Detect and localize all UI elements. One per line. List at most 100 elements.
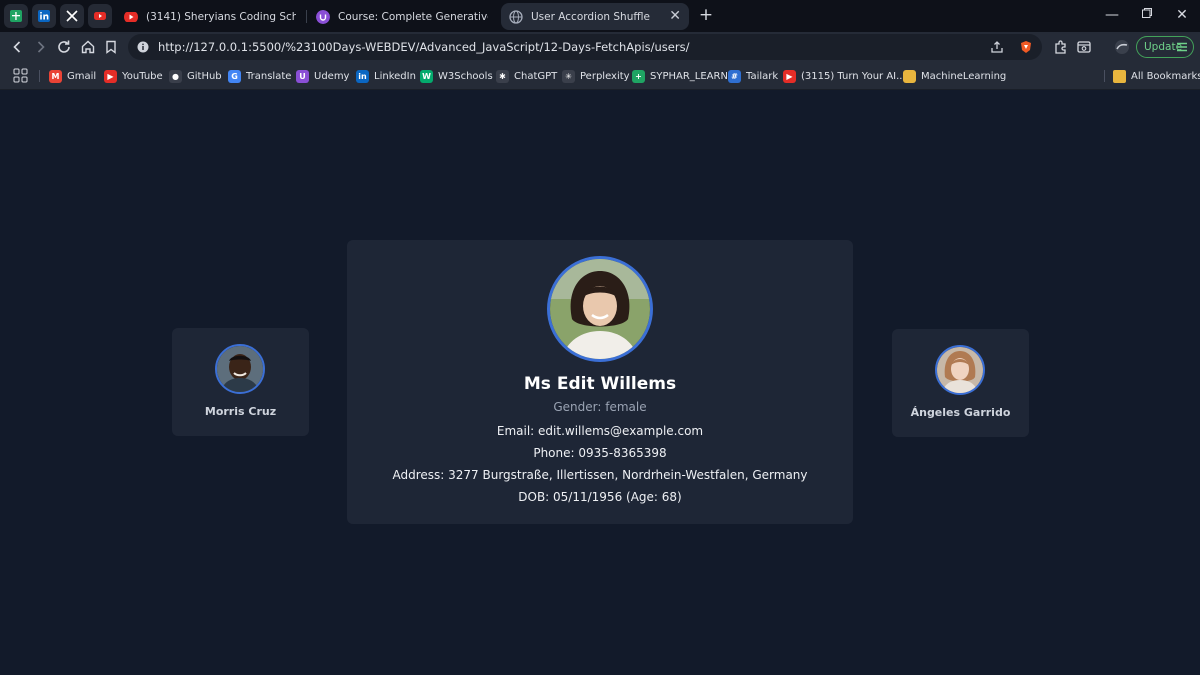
reload-icon[interactable]: [56, 39, 72, 55]
bookmark-label: (3115) Turn Your AI...: [801, 70, 906, 82]
udemy-icon: U: [296, 69, 309, 83]
brave-shields-icon[interactable]: [1019, 40, 1033, 54]
user-card-left[interactable]: Morris Cruz: [172, 328, 309, 436]
home-icon[interactable]: [80, 39, 96, 55]
gmail-icon: M: [49, 69, 62, 83]
tab-title: User Accordion Shuffle: [531, 10, 650, 23]
globe-icon: [509, 9, 523, 24]
folder-icon: [903, 69, 916, 83]
bookmarks-divider: [1104, 70, 1105, 82]
youtube-icon: [124, 11, 138, 22]
bookmark-item[interactable]: U Udemy: [296, 68, 349, 84]
forward-icon[interactable]: [33, 39, 49, 55]
bookmarks-bar: M Gmail ▶ YouTube ● GitHub G Translate U Udemy in L…: [0, 62, 1200, 90]
x-twitter-icon: [66, 10, 78, 22]
bookmark-label: GitHub: [187, 70, 222, 82]
bookmark-label: W3Schools: [438, 70, 493, 82]
new-tab-button[interactable]: +: [697, 6, 715, 24]
menu-icon: [1177, 42, 1187, 52]
syphar-icon: +: [632, 69, 645, 83]
tab-udemy-course[interactable]: Course: Complete Generative AI Cou: [308, 3, 498, 30]
bookmark-label: SYPHAR_LEARN: [650, 70, 728, 82]
bookmark-label: Tailark: [746, 70, 779, 82]
bookmark-label: Udemy: [314, 70, 350, 82]
minimize-window-icon[interactable]: —: [1104, 7, 1120, 23]
user-name: Ángeles Garrido: [910, 406, 1011, 419]
bookmark-label: YouTube: [122, 70, 163, 82]
user-gender: Gender: female: [553, 400, 647, 414]
url-text: http://127.0.0.1:5500/%23100Days-WEBDEV/…: [158, 40, 690, 54]
tailark-icon: #: [728, 69, 741, 83]
bookmark-label: Translate: [246, 70, 292, 82]
all-bookmarks-label: All Bookmarks: [1131, 70, 1200, 82]
browser-tab-strip: (3141) Sheryians Coding School - You Cou…: [0, 0, 1200, 32]
bookmark-item[interactable]: + SYPHAR_LEARN: [632, 68, 728, 84]
user-card-right[interactable]: Ángeles Garrido: [892, 329, 1029, 437]
user-email: Email: edit.willems@example.com: [496, 424, 704, 438]
bookmark-icon[interactable]: [103, 39, 119, 55]
user-phone: Phone: 0935-8365398: [533, 446, 667, 460]
youtube-icon: [94, 12, 106, 20]
apps-grid-icon[interactable]: [13, 68, 28, 83]
youtube-icon: ▶: [783, 69, 796, 83]
pinned-tab-sheets[interactable]: [4, 4, 28, 28]
tab-title: Course: Complete Generative AI Cou: [338, 10, 488, 23]
bookmark-label: LinkedIn: [374, 70, 416, 82]
update-button[interactable]: Update: [1136, 36, 1194, 58]
back-icon[interactable]: [9, 39, 25, 55]
pinned-tab-x[interactable]: [60, 4, 84, 28]
tab-sheryians[interactable]: (3141) Sheryians Coding School - You: [116, 3, 306, 30]
user-avatar: [215, 344, 265, 394]
page-viewport: Morris Cruz Ms Edit Willems Gender: fema…: [0, 90, 1200, 675]
w3schools-icon: W: [420, 69, 433, 83]
site-info-icon[interactable]: [136, 40, 150, 54]
bookmark-item[interactable]: ▶ YouTube: [104, 68, 163, 84]
tab-title: (3141) Sheryians Coding School - You: [146, 10, 296, 23]
bookmark-item[interactable]: M Gmail: [49, 68, 96, 84]
bookmark-label: MachineLearning: [921, 70, 1007, 82]
close-window-icon[interactable]: ✕: [1174, 7, 1190, 23]
share-icon[interactable]: [990, 40, 1004, 54]
user-avatar: [547, 256, 653, 362]
perplexity-icon: ✳: [562, 69, 575, 83]
user-avatar: [935, 345, 985, 395]
bookmark-item[interactable]: # Tailark: [728, 68, 778, 84]
close-tab-icon[interactable]: ✕: [669, 9, 681, 23]
bookmark-item[interactable]: MachineLearning: [903, 68, 1006, 84]
tab-user-accordion-shuffle[interactable]: User Accordion Shuffle ✕: [501, 3, 689, 30]
bookmark-label: Gmail: [67, 70, 97, 82]
restore-window-icon[interactable]: [1139, 7, 1155, 23]
extensions-icon[interactable]: [1053, 39, 1069, 55]
user-dob: DOB: 05/11/1956 (Age: 68): [518, 490, 682, 504]
all-bookmarks-button[interactable]: All Bookmarks: [1113, 68, 1200, 84]
linkedin-icon: in: [356, 69, 369, 83]
bookmark-item[interactable]: W W3Schools: [420, 68, 493, 84]
bookmark-item[interactable]: ✳ Perplexity: [562, 68, 630, 84]
google-sheets-icon: [10, 10, 22, 22]
user-address: Address: 3277 Burgstraße, Illertissen, N…: [392, 468, 808, 482]
user-name: Morris Cruz: [204, 405, 277, 418]
chatgpt-icon: ✱: [496, 69, 509, 83]
reader-mode-icon[interactable]: [1076, 39, 1092, 55]
bookmark-item[interactable]: G Translate: [228, 68, 291, 84]
pinned-tab-linkedin[interactable]: [32, 4, 56, 28]
pinned-tab-youtube[interactable]: [88, 4, 112, 28]
profile-avatar-icon[interactable]: [1114, 39, 1130, 55]
bookmark-label: ChatGPT: [514, 70, 558, 82]
linkedin-icon: [38, 10, 50, 22]
user-full-name: Ms Edit Willems: [523, 374, 677, 394]
bookmark-item[interactable]: ● GitHub: [169, 68, 222, 84]
user-card-expanded[interactable]: Ms Edit Willems Gender: female Email: ed…: [347, 240, 853, 524]
bookmark-item[interactable]: in LinkedIn: [356, 68, 416, 84]
github-icon: ●: [169, 69, 182, 83]
bookmark-label: Perplexity: [580, 70, 630, 82]
udemy-icon: [316, 9, 330, 24]
bookmarks-divider: [39, 70, 40, 82]
folder-icon: [1113, 69, 1126, 83]
address-bar[interactable]: http://127.0.0.1:5500/%23100Days-WEBDEV/…: [128, 34, 1042, 60]
youtube-icon: ▶: [104, 69, 117, 83]
browser-toolbar: http://127.0.0.1:5500/%23100Days-WEBDEV/…: [0, 32, 1200, 62]
bookmark-item[interactable]: ▶ (3115) Turn Your AI...: [783, 68, 906, 84]
bookmark-item[interactable]: ✱ ChatGPT: [496, 68, 557, 84]
translate-icon: G: [228, 69, 241, 83]
